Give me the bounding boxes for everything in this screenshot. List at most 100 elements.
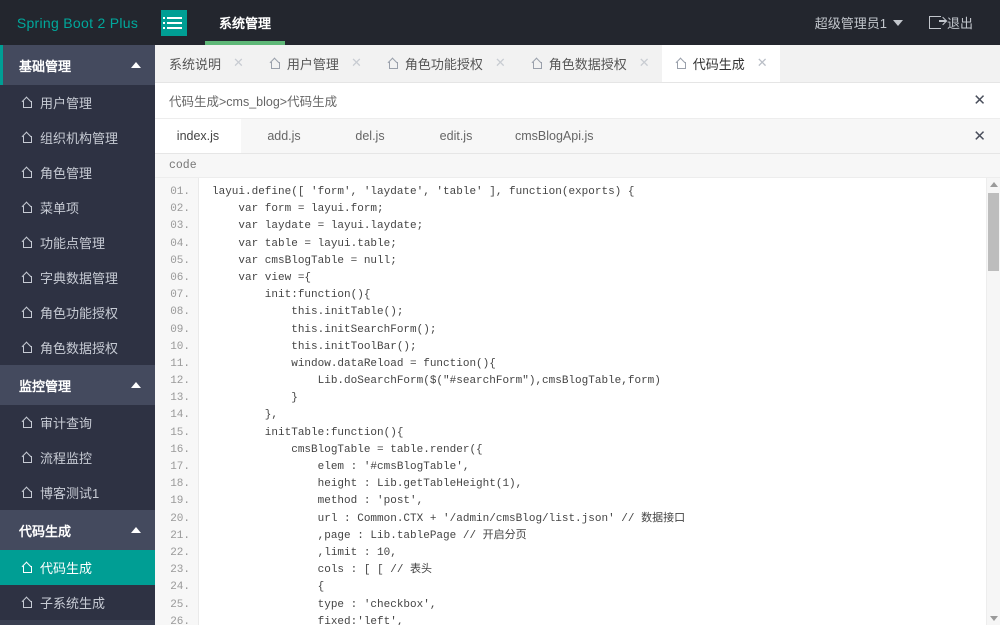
- code-line-number: 10.: [170, 340, 190, 353]
- sidebar-item-label: 审计查询: [40, 416, 93, 431]
- sidebar-item-role-function-auth[interactable]: 角色功能授权: [0, 295, 155, 330]
- code-line-number: 03.: [170, 220, 190, 233]
- hamburger-icon[interactable]: [161, 9, 187, 36]
- code-line-number: 14.: [170, 409, 190, 422]
- close-icon[interactable]: ✕: [757, 57, 768, 70]
- window-tab-system-description[interactable]: 系统说明 ✕: [155, 45, 256, 82]
- caret-up-icon: [131, 527, 141, 533]
- breadcrumb: 代码生成>cms_blog>代码生成: [169, 95, 338, 109]
- user-name-label: 超级管理员1: [814, 16, 887, 31]
- close-file-tabs-icon[interactable]: ✕: [973, 119, 1000, 153]
- close-icon[interactable]: ✕: [233, 57, 244, 70]
- sidebar-group-basic-management[interactable]: 基础管理: [0, 45, 155, 85]
- code-line-number: 12.: [170, 375, 190, 388]
- window-tab-user-management[interactable]: 用户管理 ✕: [256, 45, 374, 82]
- file-tab-del-js[interactable]: del.js: [327, 119, 413, 153]
- code-line: method : 'post',: [212, 495, 424, 508]
- close-icon[interactable]: ✕: [351, 57, 362, 70]
- code-line: },: [212, 409, 279, 422]
- sidebar-item-audit-query[interactable]: 审计查询: [0, 405, 155, 440]
- top-navigation: 系统管理: [205, 0, 286, 45]
- code-line-number: 22.: [170, 546, 190, 559]
- file-tab-label: del.js: [355, 129, 385, 143]
- sidebar-item-function-point-management[interactable]: 功能点管理: [0, 225, 155, 260]
- sidebar-item-label: 角色数据授权: [40, 341, 119, 356]
- close-icon[interactable]: ✕: [495, 57, 506, 70]
- close-icon[interactable]: ✕: [639, 57, 650, 70]
- sidebar-item-menu-entries[interactable]: 菜单项: [0, 190, 155, 225]
- sidebar-item-label: 字典数据管理: [40, 271, 119, 286]
- file-tab-edit-js[interactable]: edit.js: [413, 119, 499, 153]
- file-tab-cmsblogapi-js[interactable]: cmsBlogApi.js: [499, 119, 610, 153]
- scroll-down-arrow-icon[interactable]: [987, 612, 1000, 625]
- code-line-number: 08.: [170, 306, 190, 319]
- file-tab-label: edit.js: [439, 129, 473, 143]
- app-logo[interactable]: Spring Boot 2 Plus: [0, 0, 155, 45]
- window-tab-role-data-auth[interactable]: 角色数据授权 ✕: [518, 45, 662, 82]
- code-line: fixed:'left',: [212, 615, 404, 625]
- sidebar-item-role-data-auth[interactable]: 角色数据授权: [0, 330, 155, 365]
- sidebar-group-code-generation[interactable]: 代码生成: [0, 510, 155, 550]
- code-line-number: 05.: [170, 254, 190, 267]
- code-line: initTable:function(){: [212, 426, 404, 439]
- window-tab-code-generation[interactable]: 代码生成 ✕: [661, 45, 780, 82]
- sidebar-item-label: 角色管理: [40, 166, 93, 181]
- code-body[interactable]: 01. 02. 03. 04. 05. 06. 07. 08. 09. 10. 11. 12. 13. 1…: [155, 178, 986, 625]
- code-line-numbers: 01. 02. 03. 04. 05. 06. 07. 08. 09. 10. 11. 12. 13. 1…: [155, 178, 199, 625]
- code-line-number: 20.: [170, 512, 190, 525]
- code-viewer: code 01. 02. 03. 04. 05. 06. 07. 08. 09. 10. 11. 12…: [155, 154, 1000, 625]
- user-menu[interactable]: 超级管理员1: [802, 13, 916, 32]
- code-line-number: 24.: [170, 581, 190, 594]
- code-line-number: 17.: [170, 461, 190, 473]
- home-icon: [22, 202, 33, 213]
- code-line: var view ={: [212, 271, 312, 284]
- window-tab-role-function-auth[interactable]: 角色功能授权 ✕: [374, 45, 518, 82]
- sidebar-item-org-management[interactable]: 组织机构管理: [0, 120, 155, 155]
- home-icon: [22, 167, 33, 178]
- main-content: 系统说明 ✕ 用户管理 ✕ 角色功能授权 ✕ 角色数据授权 ✕ 代码生成 ✕ 代…: [155, 45, 1000, 625]
- code-line-number: 21.: [170, 529, 190, 542]
- window-tab-label: 角色功能授权: [404, 57, 483, 72]
- home-icon: [22, 342, 33, 353]
- code-line-number: 07.: [170, 289, 190, 302]
- sidebar-item-dictionary-data-management[interactable]: 字典数据管理: [0, 260, 155, 295]
- sidebar-item-user-management[interactable]: 用户管理: [0, 85, 155, 120]
- sidebar-group-label: 代码生成: [19, 523, 72, 539]
- code-line-number: 04.: [170, 237, 190, 250]
- sidebar-submenu-basic-management: 用户管理 组织机构管理 角色管理 菜单项 功能点管理 字典数据管理 角色功能授权…: [0, 85, 155, 365]
- file-tab-add-js[interactable]: add.js: [241, 119, 327, 153]
- sidebar-item-subsystem-generation[interactable]: 子系统生成: [0, 585, 155, 620]
- code-line: this.initSearchForm();: [212, 323, 437, 336]
- file-tab-label: index.js: [176, 129, 220, 143]
- sidebar-item-process-monitor[interactable]: 流程监控: [0, 440, 155, 475]
- code-vertical-scrollbar[interactable]: [986, 178, 1000, 625]
- logout-icon: [928, 16, 946, 29]
- code-line: elem : '#cmsBlogTable',: [212, 461, 470, 473]
- code-header-label: code: [169, 159, 197, 172]
- scroll-up-arrow-icon[interactable]: [987, 178, 1000, 191]
- file-tab-index-js[interactable]: index.js: [155, 119, 241, 153]
- sidebar-group-monitor-management[interactable]: 监控管理: [0, 365, 155, 405]
- logout-button[interactable]: 退出: [916, 13, 986, 32]
- sidebar-item-blog-test-1[interactable]: 博客测试1: [0, 475, 155, 510]
- caret-up-icon: [131, 382, 141, 388]
- window-tab-label: 用户管理: [286, 57, 339, 72]
- home-icon: [22, 452, 33, 463]
- topnav-item-system-management[interactable]: 系统管理: [205, 0, 286, 45]
- code-header: code: [155, 154, 1000, 178]
- code-text[interactable]: layui.define([ 'form', 'laydate', 'table…: [199, 178, 685, 625]
- code-line: var form = layui.form;: [212, 203, 384, 216]
- close-panel-icon[interactable]: ✕: [973, 93, 986, 108]
- code-line-number: 16.: [170, 443, 190, 456]
- code-line: var cmsBlogTable = null;: [212, 254, 397, 267]
- home-icon: [22, 237, 33, 248]
- code-line: height : Lib.getTableHeight(1),: [212, 478, 523, 491]
- scroll-thumb[interactable]: [988, 193, 999, 271]
- home-icon: [22, 272, 33, 283]
- sidebar-submenu-monitor-management: 审计查询 流程监控 博客测试1: [0, 405, 155, 510]
- app-root: Spring Boot 2 Plus 系统管理 超级管理员1 退出 基础管理 用…: [0, 0, 1000, 625]
- sidebar-item-role-management[interactable]: 角色管理: [0, 155, 155, 190]
- code-line: cols : [ [ // 表头: [212, 564, 433, 577]
- sidebar-item-code-generation[interactable]: 代码生成: [0, 550, 155, 585]
- home-icon: [532, 58, 543, 69]
